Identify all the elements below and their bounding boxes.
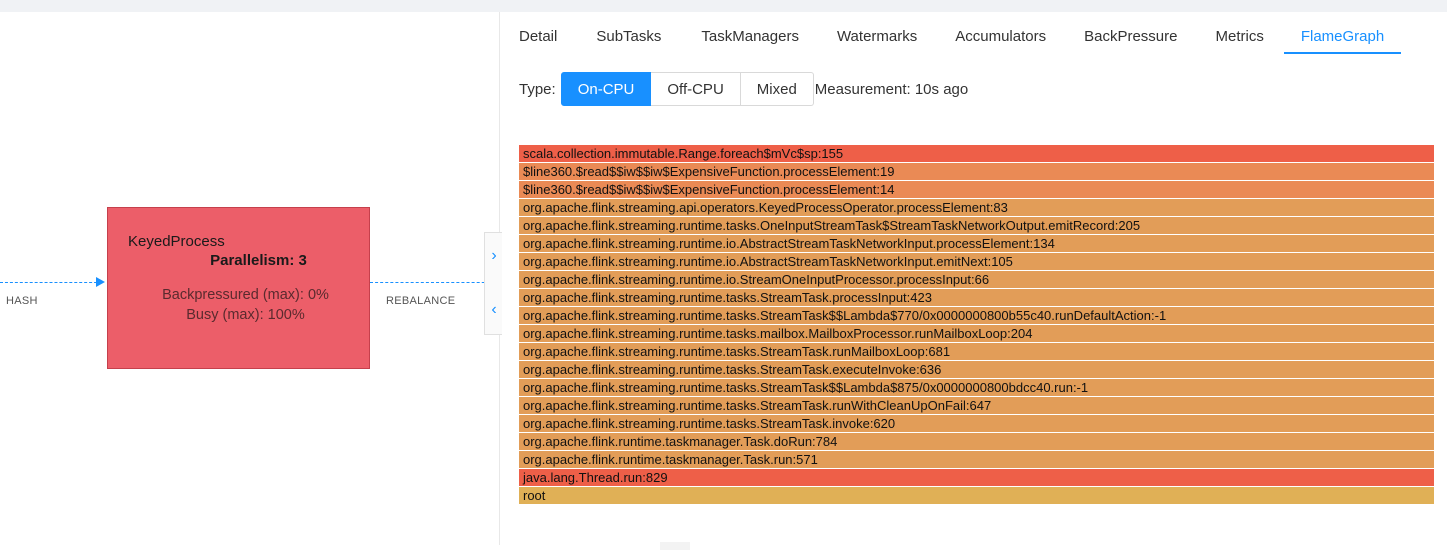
input-edge-arrowhead — [96, 277, 105, 287]
operator-parallelism: Parallelism: 3 — [210, 252, 307, 269]
input-edge — [0, 282, 102, 283]
flame-frame[interactable]: org.apache.flink.streaming.runtime.tasks… — [519, 415, 1434, 432]
panel-toggle: › ‹ — [484, 232, 502, 335]
operator-backpressured: Backpressured (max): 0% — [162, 287, 329, 303]
tab-metrics[interactable]: Metrics — [1215, 12, 1263, 54]
input-edge-label: HASH — [6, 295, 38, 307]
top-bar — [0, 0, 1447, 12]
flame-frame[interactable]: $line360.$read$$iw$$iw$ExpensiveFunction… — [519, 163, 1434, 180]
operator-busy: Busy (max): 100% — [186, 307, 305, 323]
flame-frame[interactable]: java.lang.Thread.run:829 — [519, 469, 1434, 486]
flame-frame[interactable]: root — [519, 487, 1434, 504]
flame-frame[interactable]: org.apache.flink.streaming.runtime.tasks… — [519, 325, 1434, 342]
flame-frame[interactable]: org.apache.flink.streaming.runtime.tasks… — [519, 307, 1434, 324]
type-label: Type: — [519, 80, 556, 98]
flame-frame[interactable]: scala.collection.immutable.Range.foreach… — [519, 145, 1434, 162]
flame-frame[interactable]: org.apache.flink.streaming.runtime.io.St… — [519, 271, 1434, 288]
flamegraph: scala.collection.immutable.Range.foreach… — [519, 145, 1434, 505]
flame-frame[interactable]: org.apache.flink.streaming.runtime.tasks… — [519, 361, 1434, 378]
type-selector: On-CPU Off-CPU Mixed — [560, 72, 814, 106]
tab-flamegraph[interactable]: FlameGraph — [1283, 12, 1402, 54]
tab-watermarks[interactable]: Watermarks — [837, 12, 917, 54]
detail-panel: Detail SubTasks TaskManagers Watermarks … — [501, 12, 1447, 545]
flame-frame[interactable]: org.apache.flink.streaming.api.operators… — [519, 199, 1434, 216]
output-edge — [370, 282, 500, 283]
tab-taskmanagers[interactable]: TaskManagers — [701, 12, 799, 54]
tab-accumulators[interactable]: Accumulators — [955, 12, 1046, 54]
flame-frame[interactable]: org.apache.flink.streaming.runtime.tasks… — [519, 397, 1434, 414]
operator-node[interactable]: KeyedProcess Parallelism: 3 Backpressure… — [107, 207, 370, 369]
flame-frame[interactable]: org.apache.flink.runtime.taskmanager.Tas… — [519, 433, 1434, 450]
flame-frame[interactable]: $line360.$read$$iw$$iw$ExpensiveFunction… — [519, 181, 1434, 198]
flame-frame[interactable]: org.apache.flink.streaming.runtime.tasks… — [519, 379, 1434, 396]
type-on-cpu-button[interactable]: On-CPU — [560, 72, 652, 106]
tab-backpressure[interactable]: BackPressure — [1084, 12, 1177, 54]
flame-frame[interactable]: org.apache.flink.streaming.runtime.tasks… — [519, 217, 1434, 234]
tab-detail[interactable]: Detail — [519, 12, 557, 54]
flame-frame[interactable]: org.apache.flink.streaming.runtime.io.Ab… — [519, 235, 1434, 252]
type-off-cpu-button[interactable]: Off-CPU — [651, 72, 741, 106]
scroll-handle — [660, 542, 690, 550]
operator-name: KeyedProcess — [128, 233, 225, 250]
measurement-status: Measurement: 10s ago — [814, 80, 969, 98]
flame-frame[interactable]: org.apache.flink.streaming.runtime.tasks… — [519, 289, 1434, 306]
flame-frame[interactable]: org.apache.flink.streaming.runtime.io.Ab… — [519, 253, 1434, 270]
flame-frame[interactable]: org.apache.flink.runtime.taskmanager.Tas… — [519, 451, 1434, 468]
tab-subtasks[interactable]: SubTasks — [596, 12, 661, 54]
flame-frame[interactable]: org.apache.flink.streaming.runtime.tasks… — [519, 343, 1434, 360]
flamegraph-type-row: Type: On-CPU Off-CPU Mixed Measurement: … — [519, 72, 968, 106]
detail-tabs: Detail SubTasks TaskManagers Watermarks … — [501, 12, 1447, 54]
type-mixed-button[interactable]: Mixed — [740, 72, 814, 106]
output-edge-label: REBALANCE — [386, 295, 456, 307]
job-graph-panel[interactable]: HASH KeyedProcess Parallelism: 3 Backpre… — [0, 12, 500, 545]
